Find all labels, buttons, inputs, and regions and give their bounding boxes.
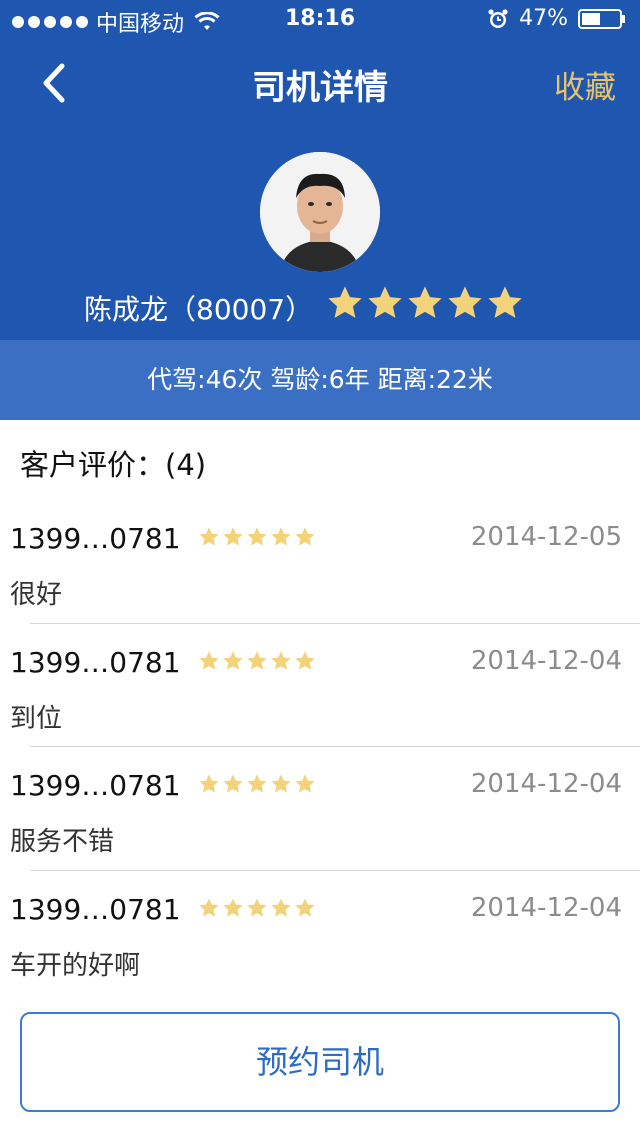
status-right: 47% <box>487 6 626 31</box>
driver-header: 中国移动 18:16 47% 司机详情 收藏 陈成龙（80007） <box>0 0 640 340</box>
star-icon <box>295 897 315 917</box>
star-icon <box>223 527 243 546</box>
star-icon <box>488 286 522 318</box>
star-icon <box>328 286 362 318</box>
page-title: 司机详情 <box>252 68 388 108</box>
review-date: 2014-12-05 <box>470 522 622 552</box>
review-comment: 很好 <box>10 580 63 610</box>
driver-stats: 代驾:46次 驾龄:6年 距离:22米 <box>0 340 640 420</box>
star-icon <box>408 286 442 318</box>
star-icon <box>223 774 243 793</box>
review-comment: 车开的好啊 <box>10 950 141 981</box>
star-icon <box>223 897 243 917</box>
review-item: 1399…0781 2014-12-04 服务不错 <box>0 747 640 871</box>
star-icon <box>295 527 315 546</box>
star-icon <box>368 286 402 318</box>
driver-photo <box>260 152 380 272</box>
driver-name-id: 陈成龙（80007） <box>84 293 314 326</box>
star-icon <box>247 650 267 670</box>
review-list: 1399…0781 2014-12-05 很好 1399…0781 2014-1… <box>0 500 640 994</box>
star-icon <box>199 650 219 670</box>
star-icon <box>448 286 482 318</box>
star-icon <box>223 650 243 670</box>
review-date: 2014-12-04 <box>470 645 622 676</box>
star-icon <box>295 650 315 670</box>
alarm-icon <box>488 8 508 28</box>
star-icon <box>271 650 291 670</box>
book-driver-button[interactable]: 预约司机 <box>20 1012 620 1112</box>
review-phone: 1399…0781 <box>10 892 181 926</box>
status-bar: 中国移动 18:16 47% <box>0 0 640 40</box>
star-icon <box>199 527 219 546</box>
review-rating <box>198 526 316 548</box>
review-rating <box>198 773 316 795</box>
review-phone: 1399…0781 <box>10 769 181 802</box>
driver-rating <box>326 284 524 322</box>
review-date: 2014-12-04 <box>470 769 622 799</box>
star-icon <box>199 774 219 793</box>
review-comment: 服务不错 <box>10 827 115 857</box>
review-item: 1399…0781 2014-12-04 车开的好啊 <box>0 871 640 995</box>
star-icon <box>247 897 267 917</box>
battery-percent: 47% <box>519 6 568 31</box>
battery-icon <box>578 8 625 29</box>
review-phone: 1399…0781 <box>10 522 181 555</box>
favorite-button[interactable]: 收藏 <box>554 62 616 107</box>
driver-avatar <box>260 152 380 272</box>
review-item: 1399…0781 2014-12-04 到位 <box>0 624 640 747</box>
star-icon <box>271 527 291 546</box>
star-icon <box>247 527 267 546</box>
nav-bar: 司机详情 收藏 <box>0 40 640 128</box>
review-date: 2014-12-04 <box>470 892 622 923</box>
star-icon <box>271 897 291 917</box>
star-icon <box>247 774 267 793</box>
review-comment: 到位 <box>10 703 63 734</box>
star-icon <box>295 774 315 793</box>
star-icon <box>199 897 219 917</box>
review-phone: 1399…0781 <box>10 645 181 679</box>
star-icon <box>271 774 291 793</box>
review-item: 1399…0781 2014-12-05 很好 <box>0 500 640 624</box>
driver-info-row: 陈成龙（80007） <box>0 282 640 330</box>
review-rating <box>198 897 316 919</box>
reviews-header: 客户评价：(4) <box>20 448 207 482</box>
review-rating <box>198 650 316 672</box>
